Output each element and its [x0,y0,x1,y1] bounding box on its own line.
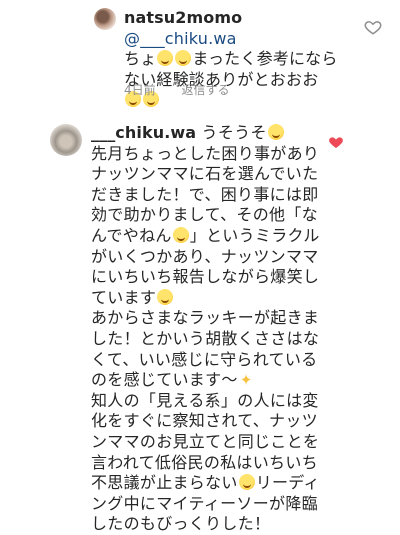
heart-filled-icon[interactable] [328,134,344,150]
comment-2-body: ___chiku.wa うそうそ 先月ちょっとした困り事がありナッツンママに石を… [91,123,327,535]
username[interactable]: natsu2momo [124,8,242,27]
mention-link[interactable]: @___chiku.wa [124,29,237,48]
comment-text: ちょ [124,49,157,68]
avatar[interactable] [50,124,82,156]
sparkles-icon: ✦ [239,371,253,390]
laugh-emoji [172,226,189,243]
username[interactable]: ___chiku.wa [91,123,196,142]
rolling-laugh-emoji [157,50,174,66]
rolling-laugh-emoji [157,288,174,305]
rolling-laugh-emoji [175,50,192,66]
comment-text: あからさまなラッキーが起きました！とかいう胡散くささはなくて、いい感じに守られて… [91,308,320,390]
reply-button[interactable]: 返信する [181,83,229,97]
surprised-emoji [238,474,255,491]
timestamp: 4日前 [124,83,156,97]
comment-text: うそうそ [196,123,267,142]
avatar[interactable] [94,8,116,30]
comment-meta: 4日前 返信する [124,81,251,98]
laugh-emoji [267,124,284,140]
comment-1: natsu2momo @___chiku.wa ちょ まったく参考になら ない経験… [0,0,400,108]
heart-outline-icon[interactable] [364,18,382,36]
